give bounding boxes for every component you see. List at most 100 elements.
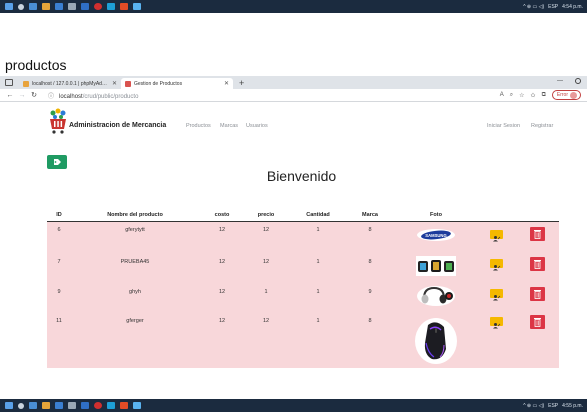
taskbar-app-icon[interactable] [94, 402, 102, 409]
taskbar-bottom: ^ ⊕ ▭ ◁) ESP 4:55 p.m. [0, 399, 587, 412]
tag-icon [54, 159, 61, 165]
taskbar-app-icon[interactable] [68, 3, 76, 10]
delete-button[interactable] [530, 227, 545, 241]
tab-phpmyadmin[interactable]: localhost / 127.0.0.1 | phpMyAdmin ✕ [19, 78, 121, 89]
tab-label: Gestion de Productos [134, 80, 183, 87]
brand-title[interactable]: Administracion de Mercancia [69, 122, 166, 129]
edit-user-button[interactable] [490, 259, 503, 271]
column-header-precio: precio [257, 212, 275, 218]
collections-icon[interactable]: ⧉ [542, 92, 546, 99]
cell-costo: 12 [218, 227, 226, 233]
tray-icons[interactable]: ^ ⊕ ▭ ◁) [523, 4, 544, 10]
taskbar-app-icon[interactable] [81, 3, 89, 10]
table-row: 11 gferger 12 12 1 8 [47, 312, 559, 368]
page-heading: Bienvenido [266, 168, 337, 184]
nav-link-marcas[interactable]: Marcas [220, 123, 238, 129]
tab-label: localhost / 127.0.0.1 | phpMyAdmin [32, 80, 109, 87]
windows-icon[interactable] [5, 402, 13, 409]
delete-button[interactable] [530, 315, 545, 329]
column-header-costo: costo [214, 212, 230, 218]
table-row: 9 ghyh 12 1 1 9 [47, 282, 559, 310]
delete-button[interactable] [530, 287, 545, 301]
refresh-icon[interactable]: ↻ [28, 91, 40, 99]
edit-user-button[interactable] [490, 230, 503, 242]
windows-icon[interactable] [5, 3, 13, 10]
close-icon[interactable]: ✕ [112, 80, 117, 87]
cell-nombre: gferytytt [125, 227, 145, 233]
phpmyadmin-icon [23, 80, 29, 87]
taskbar-app-icon[interactable] [107, 402, 115, 409]
user-edit-icon [493, 236, 501, 242]
system-tray: ^ ⊕ ▭ ◁) ESP 4:55 p.m. [523, 399, 583, 412]
column-header-marca: Marca [362, 212, 378, 218]
taskbar-app-icon[interactable] [81, 402, 89, 409]
cell-id: 11 [56, 318, 62, 324]
info-icon[interactable]: ⓘ [48, 94, 54, 100]
cell-nombre: PRUEBA45 [120, 259, 150, 265]
tray-icons[interactable]: ^ ⊕ ▭ ◁) [523, 403, 544, 409]
tray-time[interactable]: 4:55 p.m. [562, 403, 583, 409]
taskbar-app-icon[interactable] [133, 3, 141, 10]
favorites-add-icon[interactable]: ☆ [519, 92, 524, 99]
cell-marca: 8 [368, 259, 372, 265]
add-product-button[interactable] [47, 155, 67, 169]
minimize-button[interactable]: — [557, 78, 563, 84]
table-body: 6 gferytytt 12 12 1 8 SAMSUNG 7 PRUEBA45… [47, 222, 559, 368]
folder-icon[interactable] [42, 402, 50, 409]
taskbar-app-icon[interactable] [94, 3, 102, 10]
table-row: 6 gferytytt 12 12 1 8 SAMSUNG [47, 222, 559, 250]
taskbar-app-icon[interactable] [55, 402, 63, 409]
address-bar-actions: A ⌕ ☆ ✩ ⧉ Error [500, 90, 581, 100]
cell-id: 7 [57, 259, 61, 265]
column-header-id: ID [56, 212, 62, 218]
back-icon[interactable]: ← [4, 92, 16, 99]
zoom-icon[interactable]: ⌕ [510, 92, 513, 99]
nav-link-productos[interactable]: Productos [186, 123, 211, 129]
close-icon[interactable]: ✕ [224, 80, 229, 87]
edit-user-button[interactable] [490, 289, 503, 301]
taskbar-app-icon[interactable] [107, 3, 115, 10]
tray-lang[interactable]: ESP [548, 403, 558, 409]
browser-tab-bar: localhost / 127.0.0.1 | phpMyAdmin ✕ Ges… [0, 76, 587, 89]
url-field[interactable]: ⓘ localhost/crud/public/producto [48, 91, 138, 100]
search-icon[interactable] [18, 402, 24, 409]
search-icon[interactable] [18, 3, 24, 10]
folder-icon[interactable] [42, 3, 50, 10]
cell-cantidad: 1 [316, 318, 320, 324]
tab-actions-icon[interactable] [5, 79, 13, 86]
profile-error-badge[interactable]: Error [551, 90, 581, 100]
product-photo-smartwatches [416, 256, 456, 276]
window-control-icon[interactable] [575, 78, 581, 84]
page-caption: productos [5, 57, 67, 73]
forward-icon[interactable]: → [16, 92, 28, 99]
user-edit-icon [493, 265, 501, 271]
taskbar-app-icon[interactable] [120, 402, 128, 409]
cell-nombre: ghyh [129, 289, 141, 295]
taskbar-app-icon[interactable] [120, 3, 128, 10]
edit-user-button[interactable] [490, 317, 503, 329]
cart-logo-icon[interactable] [48, 108, 68, 134]
taskbar-app-icon[interactable] [55, 3, 63, 10]
cell-precio: 12 [262, 227, 270, 233]
url-path: /crud/public/producto [82, 93, 139, 100]
taskbar-app-icon[interactable] [29, 3, 37, 10]
cell-precio: 12 [262, 318, 270, 324]
cell-id: 9 [57, 289, 61, 295]
taskbar-app-icon[interactable] [68, 402, 76, 409]
user-edit-icon [493, 295, 501, 301]
read-aloud-icon[interactable]: A [500, 92, 504, 98]
nav-link-login[interactable]: Iniciar Sesion [487, 123, 520, 129]
delete-button[interactable] [530, 257, 545, 271]
tab-gestion-productos[interactable]: Gestion de Productos ✕ [121, 78, 233, 89]
taskbar-app-icon[interactable] [133, 402, 141, 409]
tray-time[interactable]: 4:54 p.m. [562, 4, 583, 10]
nav-link-usuarios[interactable]: Usuarios [246, 123, 268, 129]
taskbar-app-icon[interactable] [29, 402, 37, 409]
favorites-icon[interactable]: ✩ [531, 92, 536, 99]
cell-precio: 1 [264, 289, 268, 295]
avatar [570, 91, 577, 99]
nav-link-register[interactable]: Registrar [531, 123, 553, 129]
trash-icon [534, 260, 541, 269]
tray-lang[interactable]: ESP [548, 4, 558, 10]
new-tab-button[interactable]: + [239, 78, 244, 88]
